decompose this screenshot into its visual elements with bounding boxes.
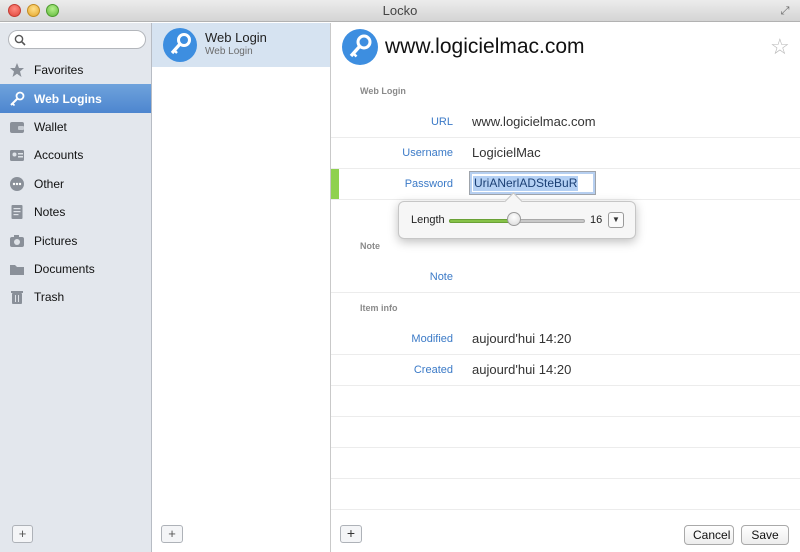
camera-icon	[10, 234, 24, 247]
sidebar-item-web-logins[interactable]: Web Logins	[0, 84, 151, 113]
sidebar-item-label: Other	[34, 176, 65, 191]
add-item-button[interactable]: +	[161, 525, 183, 543]
window-title: Locko	[382, 3, 418, 18]
modified-row: Modified aujourd'hui 14:20	[331, 324, 800, 355]
sidebar: Favorites Web Logins Wallet Accounts Oth…	[0, 23, 152, 552]
sidebar-item-wallet[interactable]: Wallet	[0, 113, 151, 141]
item-title[interactable]: www.logicielmac.com	[385, 35, 585, 59]
other-icon	[10, 176, 24, 191]
key-icon	[163, 28, 197, 62]
search-field[interactable]	[8, 30, 146, 49]
username-row: Username LogicielMac	[331, 138, 800, 169]
sidebar-item-accounts[interactable]: Accounts	[0, 141, 151, 169]
length-dropdown-button[interactable]: ▼	[608, 212, 624, 228]
folder-icon	[10, 264, 24, 275]
length-slider-thumb[interactable]	[507, 212, 521, 226]
star-icon	[10, 63, 24, 78]
sidebar-item-notes[interactable]: Notes	[0, 198, 151, 226]
sidebar-item-pictures[interactable]: Pictures	[0, 226, 151, 254]
sidebar-item-label: Pictures	[34, 233, 78, 248]
created-row: Created aujourd'hui 14:20	[331, 355, 800, 386]
section-label-item-info: Item info	[360, 303, 398, 313]
search-icon	[14, 34, 26, 46]
section-label-note: Note	[360, 241, 380, 251]
list-item[interactable]: Web Login Web Login	[152, 23, 330, 67]
cancel-button[interactable]: Cancel	[684, 525, 734, 545]
url-row: URL www.logicielmac.com	[331, 107, 800, 138]
sidebar-item-label: Accounts	[34, 148, 84, 163]
wallet-icon	[10, 121, 24, 133]
password-strength-indicator	[331, 169, 339, 199]
sidebar-item-label: Documents	[34, 261, 95, 276]
close-window-button[interactable]	[8, 4, 21, 17]
modified-value: aujourd'hui 14:20	[472, 331, 572, 346]
add-field-button[interactable]: +	[340, 525, 362, 543]
item-list: Web Login Web Login +	[152, 23, 331, 552]
length-label: Length	[411, 214, 445, 226]
password-row: Password UriANerlADSteBuR	[331, 169, 800, 200]
add-category-button[interactable]: +	[12, 525, 33, 543]
note-row: Note	[331, 262, 800, 293]
password-label: Password	[404, 178, 453, 190]
modified-label: Modified	[411, 333, 453, 345]
empty-row	[331, 479, 800, 510]
created-value: aujourd'hui 14:20	[472, 362, 572, 377]
empty-row	[331, 386, 800, 417]
key-icon	[10, 91, 25, 106]
password-generator-popover: Length 16 ▼	[398, 201, 636, 239]
sidebar-item-label: Favorites	[34, 63, 84, 78]
sidebar-item-other[interactable]: Other	[0, 170, 151, 198]
fullscreen-icon[interactable]: ⤢	[778, 4, 792, 18]
empty-row	[331, 417, 800, 448]
zoom-window-button[interactable]	[46, 4, 59, 17]
sidebar-item-documents[interactable]: Documents	[0, 255, 151, 283]
empty-row	[331, 448, 800, 479]
sidebar-item-trash[interactable]: Trash	[0, 283, 151, 311]
username-label: Username	[402, 147, 453, 159]
sidebar-item-favorites[interactable]: Favorites	[0, 56, 151, 84]
save-button[interactable]: Save	[741, 525, 789, 545]
username-field[interactable]: LogicielMac	[472, 145, 541, 160]
note-label: Note	[429, 271, 453, 283]
list-item-subtitle: Web Login	[205, 46, 253, 57]
sidebar-item-label: Wallet	[34, 119, 67, 134]
length-slider-fill	[449, 219, 514, 223]
sidebar-item-label: Notes	[34, 205, 66, 220]
minimize-window-button[interactable]	[27, 4, 40, 17]
password-field[interactable]: UriANerlADSteBuR	[469, 171, 596, 195]
id-card-icon	[10, 150, 24, 162]
password-value: UriANerlADSteBuR	[473, 176, 579, 191]
sidebar-nav: Favorites Web Logins Wallet Accounts Oth…	[0, 56, 151, 312]
created-label: Created	[413, 364, 453, 376]
sidebar-item-label: Web Logins	[34, 91, 102, 106]
length-value: 16	[590, 214, 603, 226]
url-field[interactable]: www.logicielmac.com	[472, 114, 596, 129]
favorite-star-icon[interactable]: ☆	[770, 36, 790, 58]
sidebar-item-label: Trash	[34, 290, 65, 305]
title-bar: Locko ⤢	[0, 0, 800, 22]
note-icon	[11, 205, 23, 220]
url-label: URL	[430, 116, 453, 128]
search-input[interactable]	[29, 32, 139, 47]
trash-icon	[11, 291, 23, 305]
section-label-web-login: Web Login	[360, 86, 406, 96]
detail-pane: www.logicielmac.com ☆ Web Login URL www.…	[331, 23, 800, 552]
key-icon	[342, 29, 378, 65]
list-item-title: Web Login	[205, 30, 267, 45]
